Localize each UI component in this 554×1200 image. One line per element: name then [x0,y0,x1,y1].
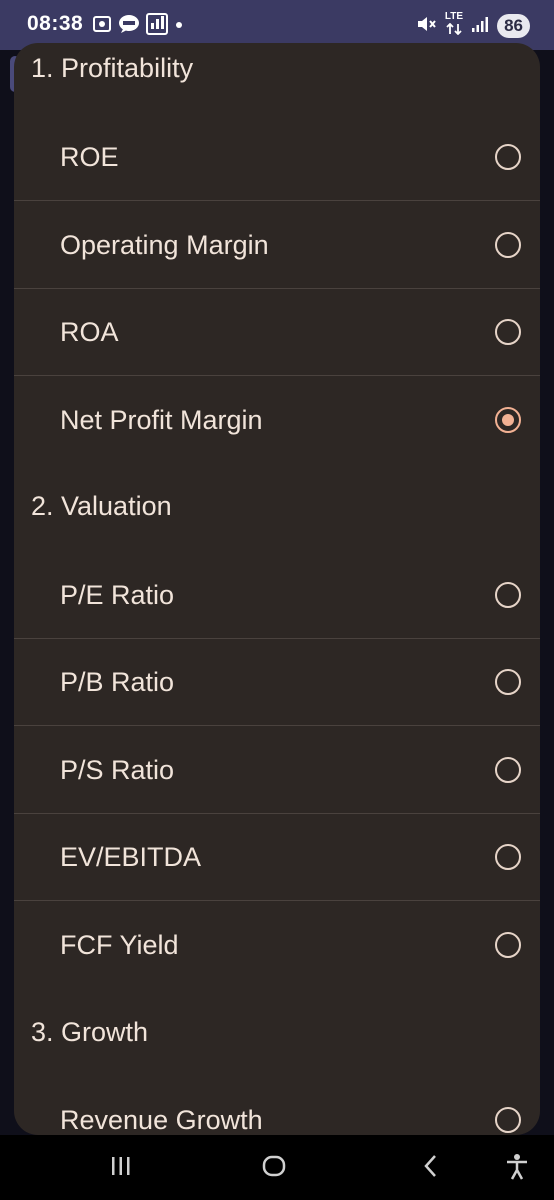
option-fcf-yield[interactable]: FCF Yield [14,901,540,989]
option-label: P/E Ratio [60,580,175,610]
option-label: ROA [60,317,119,347]
option-label: Net Profit Margin [60,405,263,435]
option-roa[interactable]: ROA [14,288,540,376]
lte-icon: LTE [445,12,463,40]
option-label: FCF Yield [60,930,179,960]
option-net-profit-margin[interactable]: Net Profit Margin [14,376,540,464]
radio-button[interactable] [495,582,521,608]
option-pb-ratio[interactable]: P/B Ratio [14,638,540,726]
radio-button[interactable] [495,844,521,870]
radio-dot [502,414,514,426]
signal-icon [471,15,489,38]
option-label: Operating Margin [60,230,269,260]
option-label: Revenue Growth [60,1105,263,1135]
option-ev-ebitda[interactable]: EV/EBITDA [14,813,540,901]
mute-icon [415,13,437,40]
talk-icon [118,14,140,39]
radio-button[interactable] [495,669,521,695]
system-icons: LTE 86 [415,12,530,40]
option-label: EV/EBITDA [60,842,202,872]
option-ps-ratio[interactable]: P/S Ratio [14,726,540,814]
radio-button[interactable] [495,144,521,170]
radio-button[interactable] [495,757,521,783]
option-roe[interactable]: ROE [14,113,540,201]
recent-apps-icon[interactable] [108,1153,134,1184]
option-operating-margin[interactable]: Operating Margin [14,201,540,289]
radio-button-selected[interactable] [495,407,521,433]
section-header-growth: 3. Growth [31,1017,149,1047]
section-header-valuation: 2. Valuation [31,491,172,521]
radio-button[interactable] [495,319,521,345]
option-revenue-growth[interactable]: Revenue Growth [14,1076,540,1135]
radio-button[interactable] [495,232,521,258]
navigation-bar [0,1135,554,1200]
accessibility-icon[interactable] [504,1153,530,1186]
notification-icons [92,13,184,40]
back-icon[interactable] [418,1153,444,1184]
option-label: P/S Ratio [60,755,175,785]
home-icon[interactable] [261,1153,287,1184]
option-label: P/B Ratio [60,667,175,697]
option-pe-ratio[interactable]: P/E Ratio [14,551,540,639]
option-label: ROE [60,142,119,172]
status-time: 08:38 [27,12,84,35]
metric-selection-sheet: 1. Profitability ROE Operating Margin RO… [14,43,540,1135]
radio-button[interactable] [495,932,521,958]
radio-button[interactable] [495,1107,521,1133]
voip-icon [146,13,168,40]
battery-level: 86 [497,14,530,38]
section-header-profitability: 1. Profitability [31,53,194,83]
dot-icon [174,14,184,39]
screenshot-icon [92,14,112,39]
